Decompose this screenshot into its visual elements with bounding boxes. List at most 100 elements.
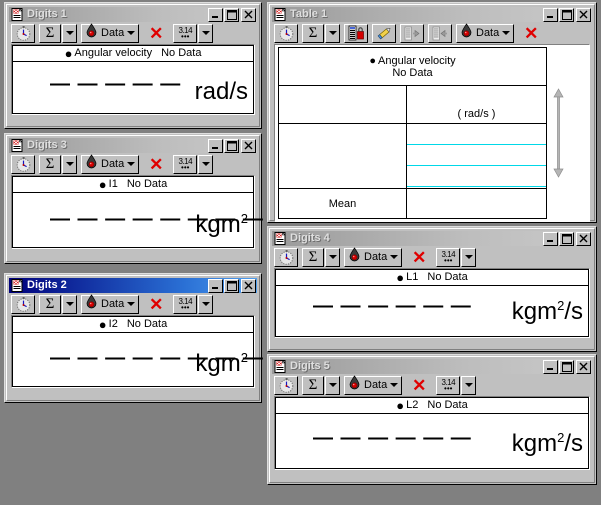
table-scroll-handle[interactable] (547, 45, 569, 221)
precision-dropdown[interactable] (461, 375, 477, 395)
table-data-row[interactable] (278, 123, 547, 189)
window-digits1[interactable]: Digits 1 Σ Data ✕ 3.14 ••• ● Angular velocity… (4, 2, 262, 129)
precision-button[interactable]: 3.14 ••• (436, 247, 461, 267)
stopwatch-button[interactable] (11, 154, 35, 174)
sigma-icon: Σ (45, 295, 55, 312)
unit-label: kgm2/s (512, 431, 583, 456)
chevron-down-icon (65, 162, 74, 166)
stopwatch-button[interactable] (11, 294, 35, 314)
window-digits3[interactable]: Digits 3 Σ Data ✕ 3.14 ••• ● I1 No Data — — — —… (4, 133, 263, 264)
series-status: No Data (126, 318, 168, 330)
statistics-button[interactable]: Σ (39, 154, 61, 174)
delete-button[interactable]: ✕ (406, 248, 432, 267)
stopwatch-button[interactable] (274, 375, 298, 395)
table-mean-row: Mean (278, 188, 547, 219)
data-button[interactable]: Data (344, 375, 403, 395)
series-status: No Data (161, 47, 202, 59)
window-digits5[interactable]: Digits 5 Σ Data ✕ 3.14 ••• ● L2 No Data — — — —… (267, 354, 597, 485)
probe-icon (348, 375, 361, 395)
close-button[interactable] (241, 278, 256, 293)
precision-icon: 3.14 ••• (441, 251, 455, 265)
close-button[interactable] (576, 7, 591, 22)
delete-button[interactable]: ✕ (518, 24, 544, 43)
series-bullet: ● (98, 176, 107, 192)
window-table1[interactable]: Table 1 Σ Data ✕ ● Angular velocity No D… (267, 2, 597, 223)
close-button[interactable] (576, 231, 591, 246)
row-separator (407, 144, 546, 145)
statistics-button[interactable]: Σ (39, 23, 61, 43)
insert-column-right-button[interactable] (428, 23, 452, 43)
maximize-button[interactable] (559, 359, 574, 374)
delete-button[interactable]: ✕ (143, 155, 169, 174)
maximize-button[interactable] (224, 138, 239, 153)
maximize-button[interactable] (559, 7, 574, 22)
statistics-dropdown[interactable] (325, 23, 340, 43)
precision-button[interactable]: 3.14 ••• (436, 375, 461, 395)
statistics-button[interactable]: Σ (302, 23, 324, 43)
maximize-button[interactable] (224, 7, 239, 22)
statistics-button[interactable]: Σ (39, 294, 61, 314)
stopwatch-button[interactable] (274, 247, 298, 267)
window-icon (11, 138, 24, 152)
data-button[interactable]: Data (456, 23, 515, 43)
title-bar-digits1: Digits 1 (9, 7, 257, 22)
lock-column-button[interactable] (344, 23, 368, 43)
maximize-button[interactable] (559, 231, 574, 246)
statistics-dropdown[interactable] (62, 294, 77, 314)
series-bullet: ● (64, 45, 73, 61)
precision-button[interactable]: 3.14 ••• (173, 23, 198, 43)
window-controls (543, 359, 591, 374)
window-digits4[interactable]: Digits 4 Σ Data ✕ 3.14 ••• ● L1 No Data — — — —… (267, 226, 597, 352)
table-data-value-cell[interactable] (406, 123, 547, 189)
table-unit-label-cell (278, 85, 407, 124)
data-button[interactable]: Data (344, 247, 403, 267)
precision-dropdown[interactable] (198, 294, 214, 314)
stopwatch-button[interactable] (11, 23, 35, 43)
stopwatch-button[interactable] (274, 23, 298, 43)
statistics-dropdown[interactable] (62, 154, 77, 174)
statistics-button[interactable]: Σ (302, 247, 324, 267)
display-panel-digits4: ● L1 No Data — — — — — — kgm2/s (274, 268, 590, 338)
mean-value-cell (406, 188, 547, 219)
minimize-button[interactable] (543, 231, 558, 246)
chevron-down-icon (201, 302, 210, 306)
precision-dropdown[interactable] (198, 154, 214, 174)
close-button[interactable] (241, 7, 256, 22)
close-button[interactable] (241, 138, 256, 153)
toolbar-digits2: Σ Data ✕ 3.14 ••• (9, 293, 257, 315)
statistics-dropdown[interactable] (325, 375, 340, 395)
table-header-row: ● Angular velocity No Data (278, 47, 547, 86)
data-table[interactable]: ● Angular velocity No Data ( rad/s ) Mean (278, 47, 547, 219)
precision-button[interactable]: 3.14 ••• (173, 294, 198, 314)
data-button[interactable]: Data (81, 154, 140, 174)
minimize-button[interactable] (208, 138, 223, 153)
unit-label: rad/s (195, 80, 248, 104)
delete-button[interactable]: ✕ (143, 295, 169, 314)
table-unit-row: ( rad/s ) (278, 85, 547, 124)
unit-exponent: 2 (240, 211, 248, 226)
minimize-button[interactable] (208, 7, 223, 22)
statistics-dropdown[interactable] (325, 247, 340, 267)
close-button[interactable] (576, 359, 591, 374)
window-frame: Digits 1 Σ Data ✕ 3.14 ••• ● Angular velocity… (6, 4, 260, 127)
minimize-button[interactable] (543, 359, 558, 374)
minimize-button[interactable] (543, 7, 558, 22)
statistics-button[interactable]: Σ (302, 375, 324, 395)
delete-button[interactable]: ✕ (143, 24, 169, 43)
data-button-label: Data (101, 26, 125, 39)
insert-column-left-button[interactable] (400, 23, 424, 43)
precision-dropdown[interactable] (198, 23, 214, 43)
data-button[interactable]: Data (81, 294, 140, 314)
data-button[interactable]: Data (81, 23, 140, 43)
chevron-down-icon (65, 31, 74, 35)
edit-button[interactable] (372, 23, 396, 43)
statistics-dropdown[interactable] (62, 23, 77, 43)
precision-button[interactable]: 3.14 ••• (173, 154, 198, 174)
delete-button[interactable]: ✕ (406, 376, 432, 395)
maximize-button[interactable] (224, 278, 239, 293)
table-data-label-cell[interactable] (278, 123, 407, 189)
precision-dropdown[interactable] (461, 247, 477, 267)
minimize-button[interactable] (208, 278, 223, 293)
window-digits2[interactable]: Digits 2 Σ Data ✕ 3.14 ••• ● I2 No Data — — — —… (4, 273, 263, 403)
chevron-down-icon (390, 383, 399, 387)
